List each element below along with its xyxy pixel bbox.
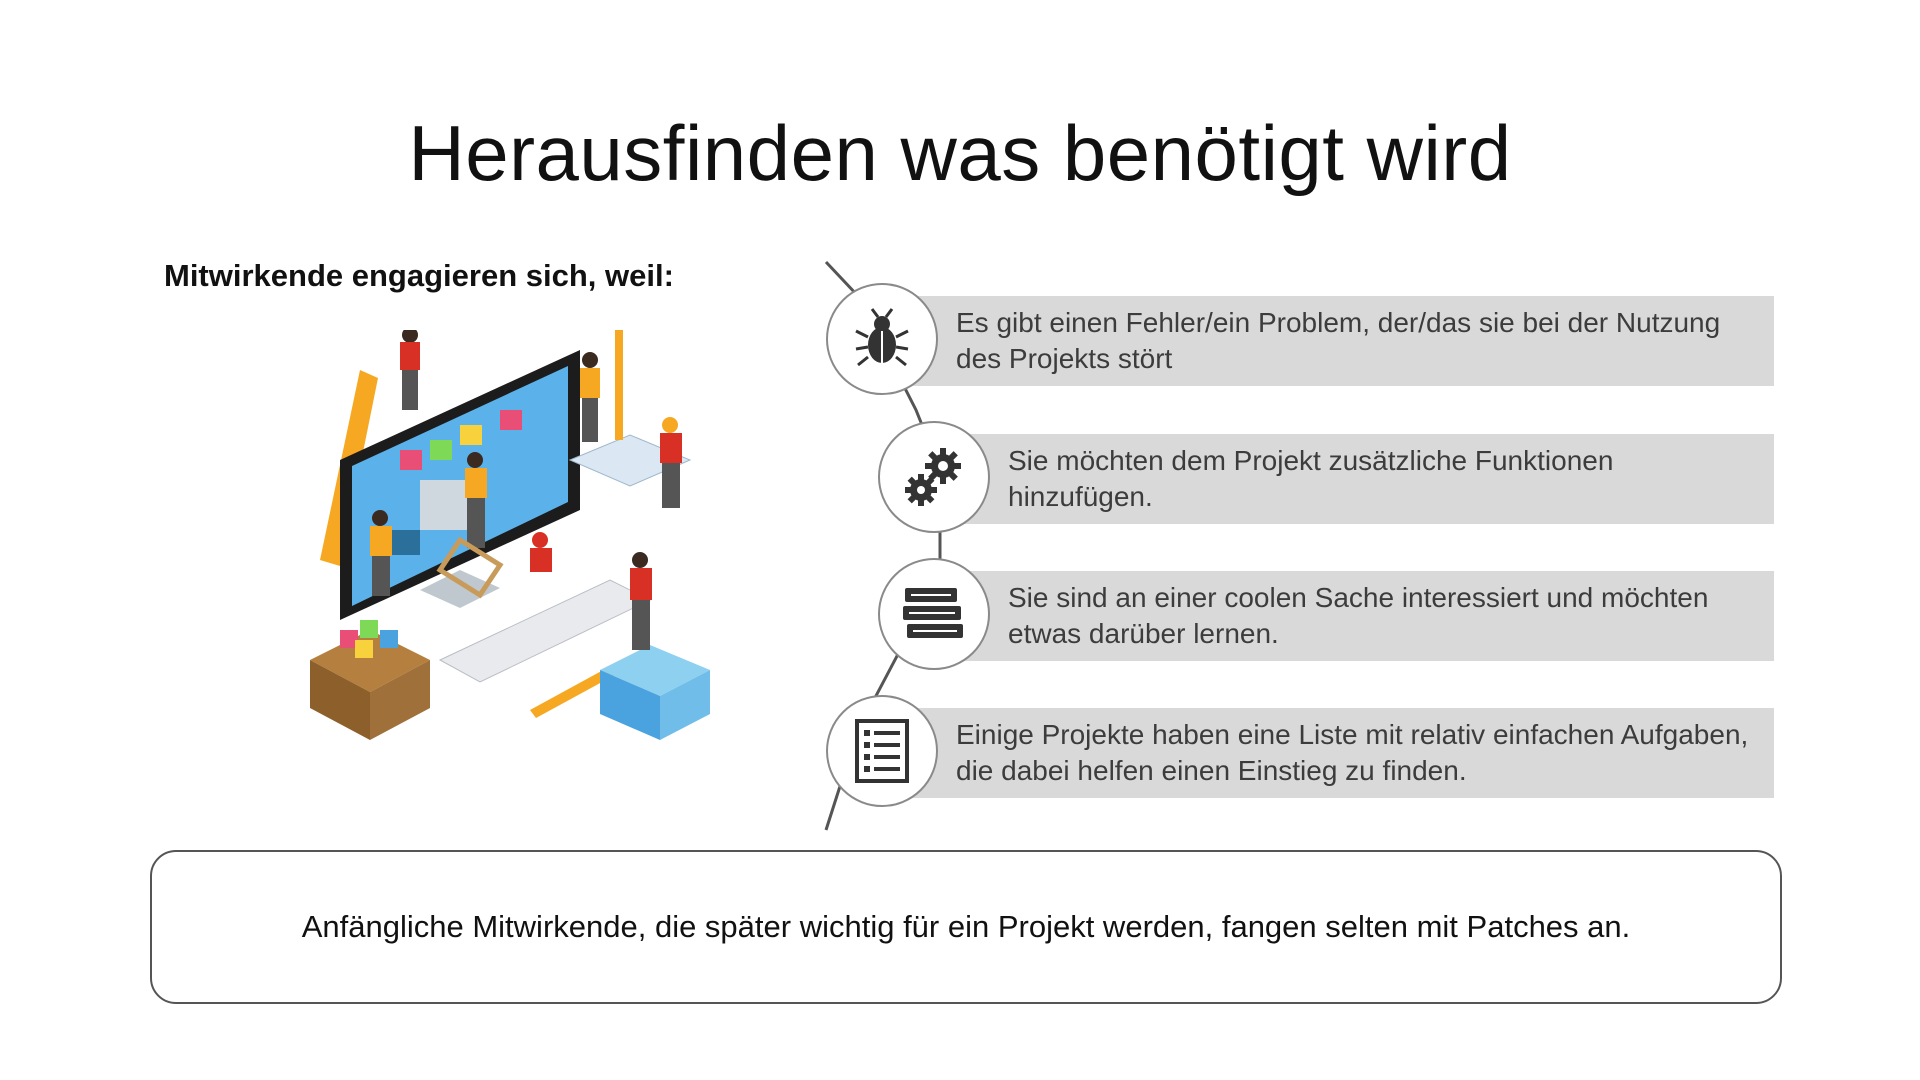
reason-text: Einige Projekte haben eine Liste mit rel… bbox=[956, 719, 1749, 786]
books-icon bbox=[878, 558, 990, 670]
reason-item: Sie möchten dem Projekt zusätzliche Funk… bbox=[958, 434, 1774, 524]
reason-text: Es gibt einen Fehler/ein Problem, der/da… bbox=[956, 307, 1721, 374]
reason-text: Sie möchten dem Projekt zusätzliche Funk… bbox=[1008, 445, 1614, 512]
gears-icon bbox=[878, 421, 990, 533]
reason-item: Einige Projekte haben eine Liste mit rel… bbox=[906, 708, 1774, 798]
reason-text: Sie sind an einer coolen Sache interessi… bbox=[1008, 582, 1709, 649]
footer-note: Anfängliche Mitwirkende, die später wich… bbox=[150, 850, 1782, 1004]
reason-item: Es gibt einen Fehler/ein Problem, der/da… bbox=[906, 296, 1774, 386]
footer-text: Anfängliche Mitwirkende, die später wich… bbox=[301, 909, 1631, 944]
bug-icon bbox=[826, 283, 938, 395]
reason-item: Sie sind an einer coolen Sache interessi… bbox=[958, 571, 1774, 661]
checklist-icon bbox=[826, 695, 938, 807]
